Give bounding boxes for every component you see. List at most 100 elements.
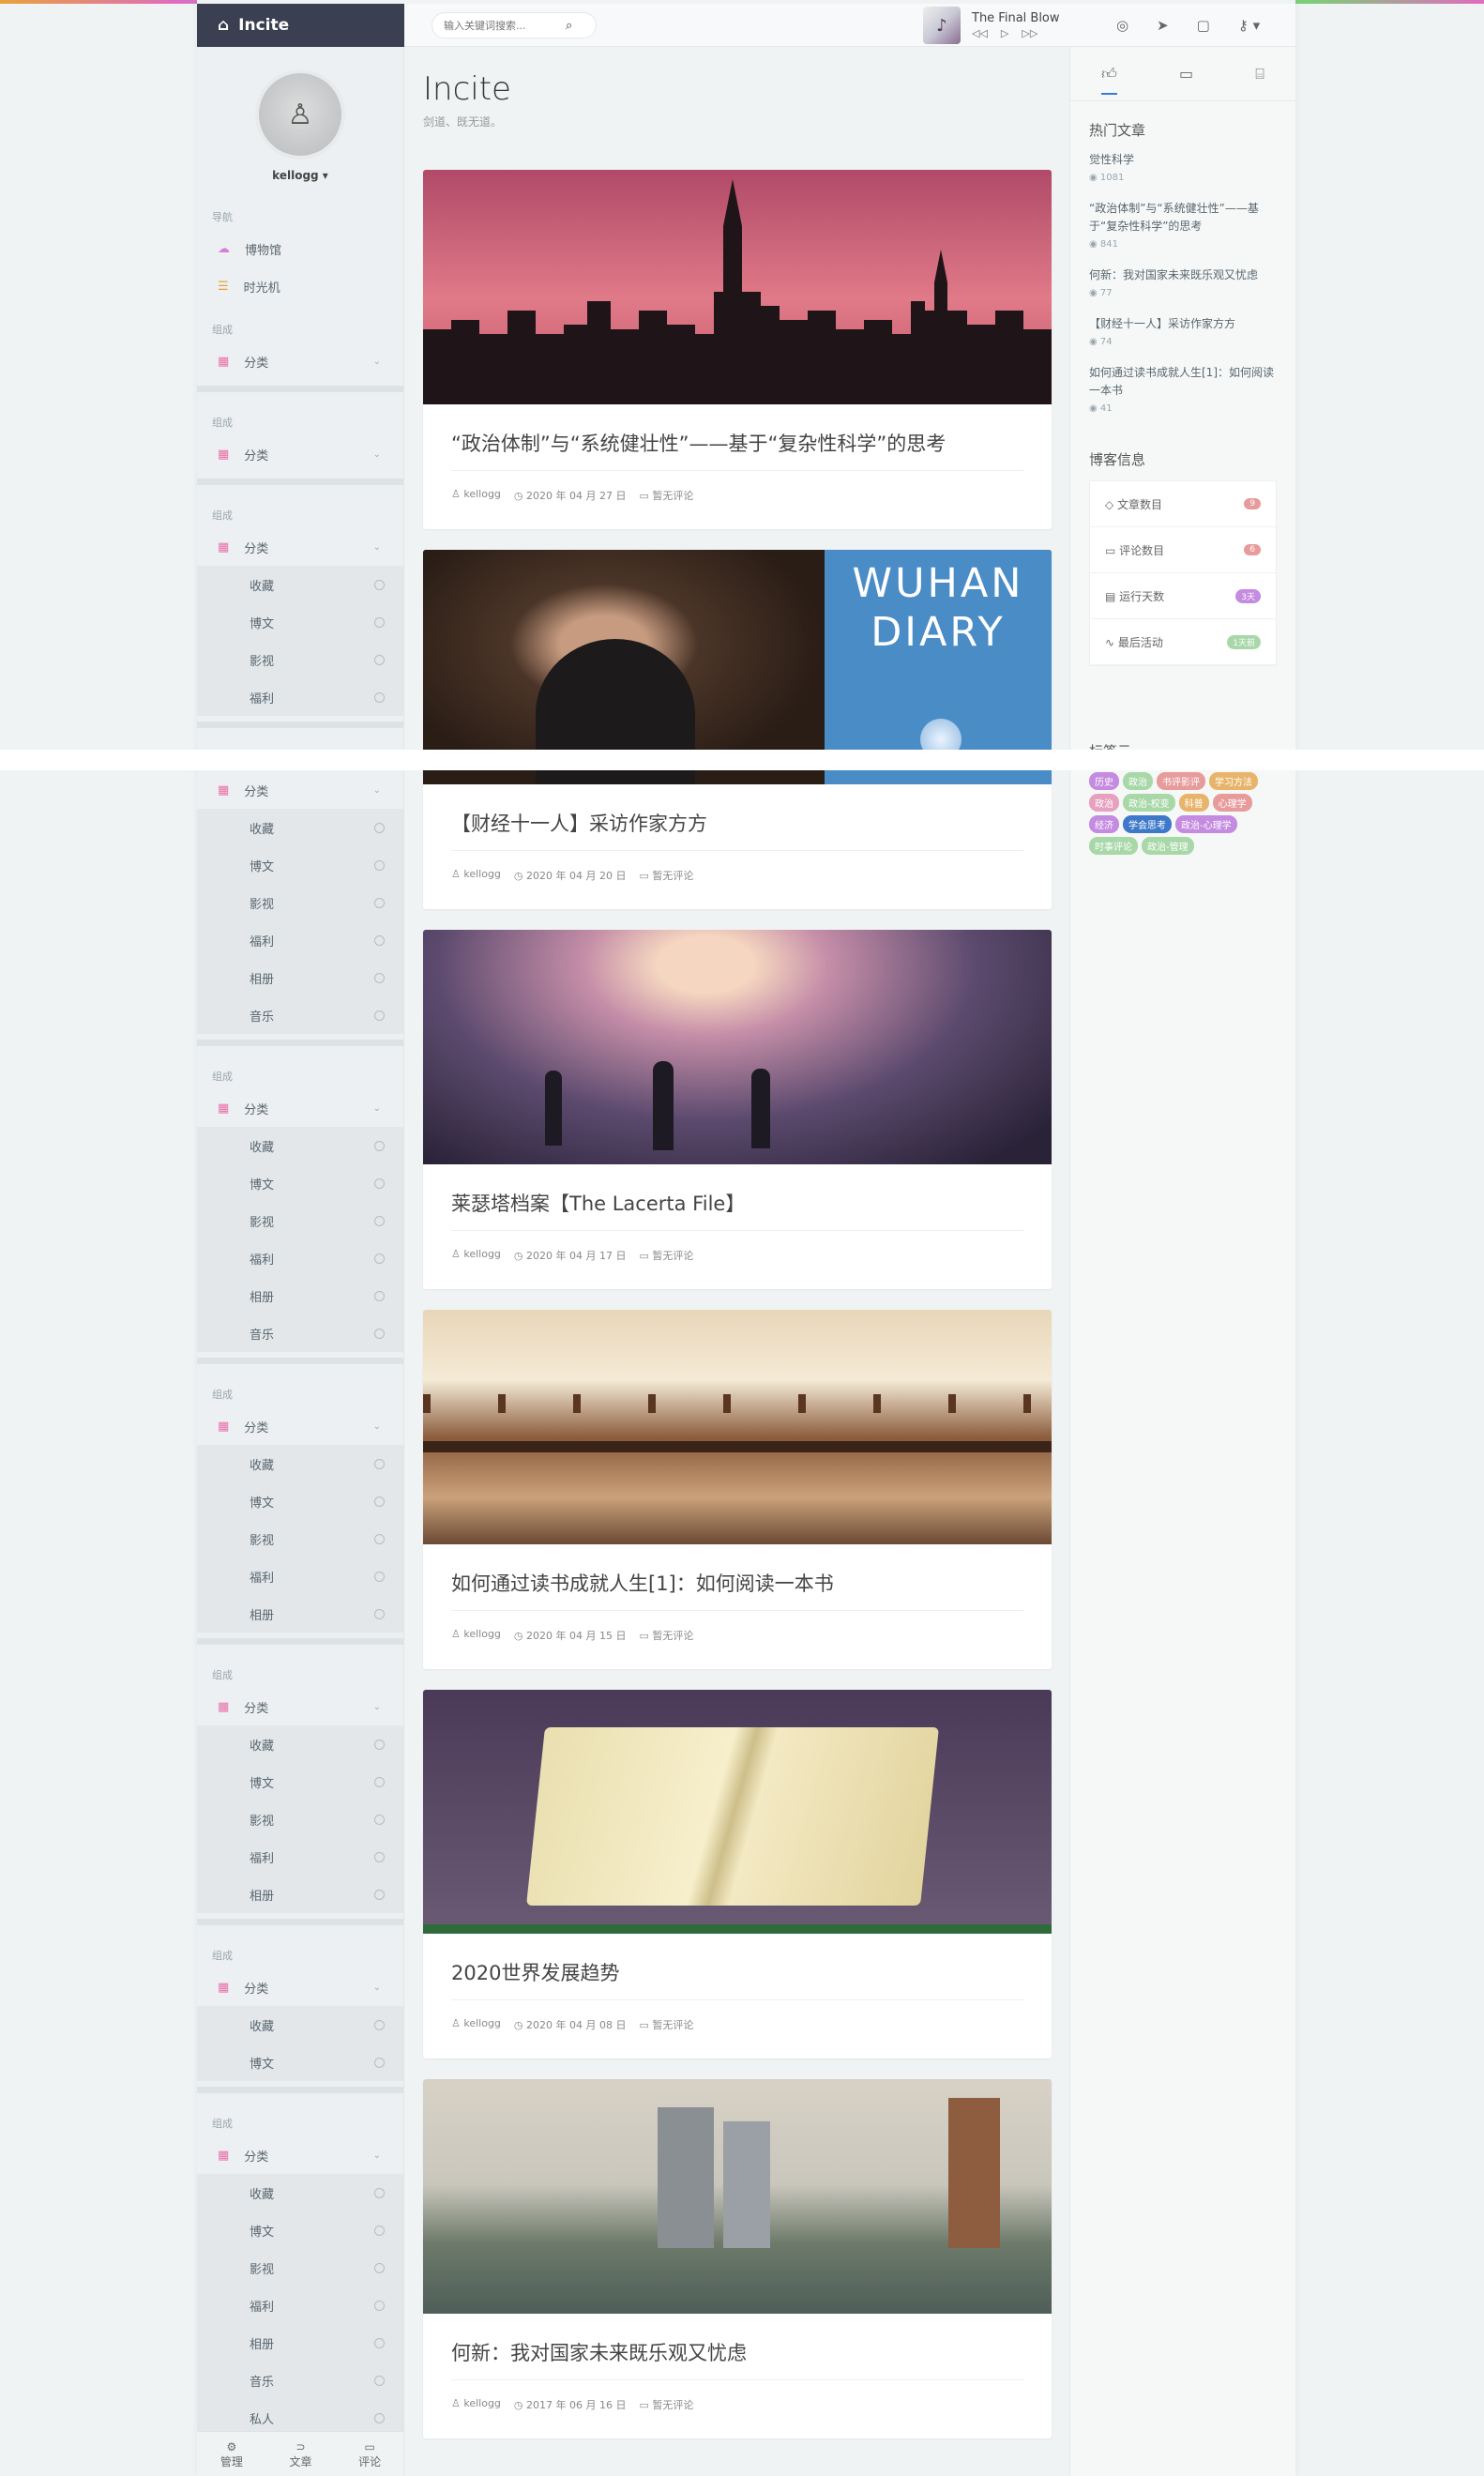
sub-item[interactable]: 相册 — [197, 1595, 403, 1633]
post-comments[interactable]: ▭ 暂无评论 — [640, 868, 694, 883]
nav-item-timemachine[interactable]: ☰ 时光机 — [197, 267, 403, 305]
post-card[interactable]: WUHAN DIARY 【财经十一人】采访作家方方 ♙ kellogg ◷ 20… — [423, 550, 1052, 909]
sub-item[interactable]: 博文 — [197, 2043, 403, 2081]
author[interactable]: ♙ kellogg — [451, 488, 501, 503]
hot-title[interactable]: 觉性科学 — [1089, 151, 1277, 169]
tag[interactable]: 政治 — [1089, 794, 1119, 812]
post-cover-city[interactable] — [423, 2079, 1052, 2314]
manage-button[interactable]: ⚙ 管理 — [220, 2439, 243, 2469]
post-cover-cave[interactable] — [423, 930, 1052, 1164]
search-input[interactable] — [444, 19, 566, 32]
sub-item[interactable]: 博文 — [197, 1164, 403, 1202]
sub-item[interactable]: 福利 — [197, 2286, 403, 2324]
sub-item[interactable]: 博文 — [197, 2211, 403, 2249]
sub-item[interactable]: 福利 — [197, 921, 403, 959]
author[interactable]: ♙ kellogg — [451, 2397, 501, 2412]
post-title[interactable]: 何新：我对国家未来既乐观又忧虑 — [423, 2314, 1052, 2379]
target-icon[interactable]: ◎ — [1116, 17, 1128, 34]
author[interactable]: ♙ kellogg — [451, 868, 501, 883]
post-card[interactable]: “政治体制”与“系统健壮性”——基于“复杂性科学”的思考 ♙ kellogg ◷… — [423, 170, 1052, 529]
group-category[interactable]: ▦ 分类 ⌄ — [197, 1089, 403, 1127]
tag[interactable]: 经济 — [1089, 815, 1119, 833]
author[interactable]: ♙ kellogg — [451, 2017, 501, 2032]
gift-icon[interactable]: ⌸ — [1255, 65, 1264, 84]
search-box[interactable]: ⌕ — [432, 12, 597, 38]
post-title[interactable]: 2020世界发展趋势 — [423, 1934, 1052, 1999]
group-category[interactable]: ▦ 分类 ⌄ — [197, 528, 403, 566]
play-icon[interactable]: ▷ — [1001, 27, 1008, 39]
sub-item[interactable]: 音乐 — [197, 1314, 403, 1352]
tag[interactable]: 科普 — [1178, 794, 1209, 812]
sub-item[interactable]: 福利 — [197, 1239, 403, 1277]
post-cover-library[interactable] — [423, 1310, 1052, 1544]
sub-item[interactable]: 福利 — [197, 1838, 403, 1876]
tag[interactable]: 学习方法 — [1209, 772, 1258, 790]
search-icon[interactable]: ⌕ — [566, 19, 572, 33]
group-category[interactable]: ▦ 分类 ⌄ — [197, 1968, 403, 2006]
post-comments[interactable]: ▭ 暂无评论 — [640, 488, 694, 503]
post-title[interactable]: 【财经十一人】采访作家方方 — [423, 784, 1052, 850]
group-category[interactable]: ▦ 分类 ⌄ — [197, 2136, 403, 2174]
tag[interactable]: 政治-管理 — [1142, 837, 1194, 855]
hot-item[interactable]: 【财经十一人】采访作家方方 ◉ 74 — [1070, 315, 1295, 364]
tag[interactable]: 政治-权变 — [1123, 794, 1175, 812]
post-cover-skyline[interactable] — [423, 170, 1052, 404]
group-category[interactable]: ▦ 分类 ⌄ — [197, 1407, 403, 1445]
sub-item[interactable]: 影视 — [197, 1800, 403, 1838]
group-category[interactable]: ▦ 分类 ⌄ — [197, 342, 403, 380]
nav-item-museum[interactable]: ☁ 博物馆 — [197, 230, 403, 267]
tag[interactable]: 时事评论 — [1089, 837, 1138, 855]
post-title[interactable]: 莱瑟塔档案【The Lacerta File】 — [423, 1164, 1052, 1230]
tag[interactable]: 历史 — [1089, 772, 1119, 790]
send-icon[interactable]: ➤ — [1157, 17, 1169, 34]
sub-item[interactable]: 福利 — [197, 1557, 403, 1595]
post-title[interactable]: 如何通过读书成就人生[1]：如何阅读一本书 — [423, 1544, 1052, 1610]
sub-item[interactable]: 收藏 — [197, 2006, 403, 2043]
hot-title[interactable]: “政治体制”与“系统健壮性”——基于“复杂性科学”的思考 — [1089, 200, 1277, 235]
sub-item[interactable]: 博文 — [197, 1482, 403, 1520]
post-card[interactable]: 2020世界发展趋势 ♙ kellogg ◷ 2020 年 04 月 08 日 … — [423, 1690, 1052, 2058]
sub-item[interactable]: 收藏 — [197, 809, 403, 846]
sub-item[interactable]: 收藏 — [197, 2174, 403, 2211]
sub-item[interactable]: 影视 — [197, 884, 403, 921]
hot-item[interactable]: 觉性科学 ◉ 1081 — [1070, 151, 1295, 200]
username[interactable]: kellogg ▾ — [272, 169, 328, 182]
sub-item[interactable]: 音乐 — [197, 2362, 403, 2399]
tag[interactable]: 学会思考 — [1123, 815, 1172, 833]
author[interactable]: ♙ kellogg — [451, 1248, 501, 1263]
hot-item[interactable]: “政治体制”与“系统健壮性”——基于“复杂性科学”的思考 ◉ 841 — [1070, 200, 1295, 266]
tag[interactable]: 心理学 — [1212, 794, 1252, 812]
comment-tab-icon[interactable]: ▭ — [1179, 65, 1193, 83]
sub-item[interactable]: 相册 — [197, 1277, 403, 1314]
hot-title[interactable]: 如何通过读书成就人生[1]：如何阅读一本书 — [1089, 364, 1277, 400]
author[interactable]: ♙ kellogg — [451, 1628, 501, 1643]
album-cover[interactable]: ♪ — [923, 7, 961, 44]
sub-item[interactable]: 影视 — [197, 2249, 403, 2286]
post-card[interactable]: 如何通过读书成就人生[1]：如何阅读一本书 ♙ kellogg ◷ 2020 年… — [423, 1310, 1052, 1669]
tag[interactable]: 政治-心理学 — [1175, 815, 1237, 833]
post-comments[interactable]: ▭ 暂无评论 — [640, 2017, 694, 2032]
message-icon[interactable]: ▢ — [1197, 17, 1210, 34]
sub-item[interactable]: 博文 — [197, 846, 403, 884]
hot-item[interactable]: 如何通过读书成就人生[1]：如何阅读一本书 ◉ 41 — [1070, 364, 1295, 431]
tag[interactable]: 政治 — [1123, 772, 1153, 790]
sub-item[interactable]: 音乐 — [197, 996, 403, 1034]
hot-title[interactable]: 何新：我对国家未来既乐观又忧虑 — [1089, 266, 1277, 284]
sub-item[interactable]: 收藏 — [197, 1127, 403, 1164]
sub-item[interactable]: 相册 — [197, 1876, 403, 1913]
sub-item[interactable]: 博文 — [197, 603, 403, 641]
tag[interactable]: 书评影评 — [1157, 772, 1205, 790]
brand[interactable]: ⌂ Incite — [197, 4, 404, 47]
post-cover-book[interactable] — [423, 1690, 1052, 1934]
hot-title[interactable]: 【财经十一人】采访作家方方 — [1089, 315, 1277, 333]
articles-button[interactable]: ⊃ 文章 — [289, 2439, 311, 2469]
sub-item[interactable]: 相册 — [197, 2324, 403, 2362]
key-icon[interactable]: ⚷ ▾ — [1238, 17, 1260, 34]
group-category[interactable]: ▦ 分类 ⌄ — [197, 435, 403, 473]
post-comments[interactable]: ▭ 暂无评论 — [640, 1248, 694, 1263]
post-card[interactable]: 莱瑟塔档案【The Lacerta File】 ♙ kellogg ◷ 2020… — [423, 930, 1052, 1289]
post-comments[interactable]: ▭ 暂无评论 — [640, 2397, 694, 2412]
sub-item[interactable]: 收藏 — [197, 1725, 403, 1763]
sub-item[interactable]: 博文 — [197, 1763, 403, 1800]
sub-item[interactable]: 影视 — [197, 1202, 403, 1239]
